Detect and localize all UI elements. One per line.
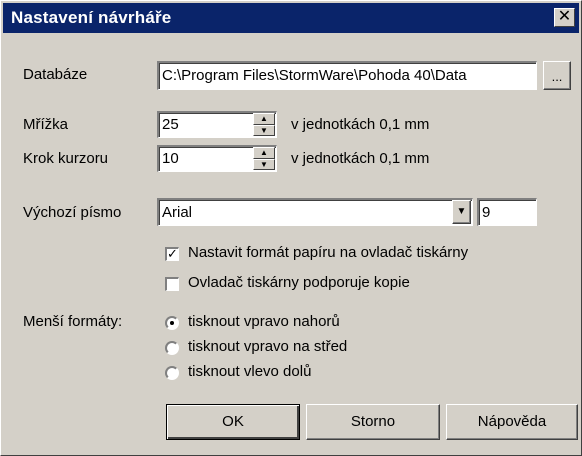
font-size-value: 9 <box>482 204 491 221</box>
radio-top-right-label[interactable]: tisknout vpravo nahorů <box>188 313 340 330</box>
default-font-label: Výchozí písmo <box>23 204 122 221</box>
cancel-button-label: Storno <box>350 413 396 430</box>
font-size-field[interactable]: 9 <box>477 198 537 226</box>
close-icon: ✕ <box>557 8 572 25</box>
default-font-value: Arial <box>162 204 193 221</box>
chevron-down-icon: ▼ <box>456 206 467 217</box>
default-font-select[interactable]: Arial <box>157 198 473 226</box>
browse-button-label: ... <box>551 69 563 84</box>
ok-button-label: OK <box>222 413 244 430</box>
database-label: Databáze <box>23 66 88 83</box>
cursor-step-label: Krok kurzoru <box>23 150 109 167</box>
cursor-step-spin-up[interactable]: ▲ <box>253 147 275 159</box>
grid-value: 25 <box>162 116 179 133</box>
help-button-label: Nápověda <box>477 413 547 430</box>
close-button[interactable]: ✕ <box>554 8 575 27</box>
spin-down-icon: ▼ <box>260 125 268 135</box>
radio-right-center[interactable] <box>165 341 179 355</box>
cursor-step-unit: v jednotkách 0,1 mm <box>291 150 430 167</box>
paper-format-label[interactable]: Nastavit formát papíru na ovladač tiskár… <box>188 244 468 261</box>
grid-spin-down[interactable]: ▼ <box>253 124 275 136</box>
ok-button[interactable]: OK <box>166 404 300 440</box>
title-bar[interactable]: Nastavení návrháře ✕ <box>3 3 579 33</box>
cursor-step-spin-down[interactable]: ▼ <box>253 158 275 170</box>
font-dropdown-button[interactable]: ▼ <box>452 200 471 224</box>
designer-settings-dialog: Nastavení návrháře ✕ Databáze C:\Program… <box>0 0 582 456</box>
spin-up-icon: ▲ <box>260 114 268 123</box>
copies-checkbox[interactable] <box>165 277 179 291</box>
grid-label: Mřížka <box>23 116 68 133</box>
grid-unit: v jednotkách 0,1 mm <box>291 116 430 133</box>
copies-label[interactable]: Ovladač tiskárny podporuje kopie <box>188 274 410 291</box>
browse-button[interactable]: ... <box>543 61 571 90</box>
radio-selected-dot <box>170 321 174 325</box>
database-path-value: C:\Program Files\StormWare\Pohoda 40\Dat… <box>162 67 467 84</box>
grid-spin-up[interactable]: ▲ <box>253 113 275 125</box>
radio-top-right[interactable] <box>165 316 179 330</box>
radio-right-center-label[interactable]: tisknout vpravo na střed <box>188 338 347 355</box>
cursor-step-spin-buttons: ▲ ▼ <box>253 147 275 170</box>
grid-spin-buttons: ▲ ▼ <box>253 113 275 136</box>
help-button[interactable]: Nápověda <box>446 404 578 440</box>
window-title: Nastavení návrháře <box>11 8 172 27</box>
spin-up-icon: ▲ <box>260 148 268 157</box>
paper-format-checkbox[interactable]: ✓ <box>165 247 179 261</box>
smaller-formats-label: Menší formáty: <box>23 313 123 330</box>
database-path-field[interactable]: C:\Program Files\StormWare\Pohoda 40\Dat… <box>157 61 537 90</box>
cancel-button[interactable]: Storno <box>306 404 440 440</box>
radio-bottom-left-label[interactable]: tisknout vlevo dolů <box>188 363 311 380</box>
radio-bottom-left[interactable] <box>165 366 179 380</box>
cursor-step-value: 10 <box>162 150 179 167</box>
spin-down-icon: ▼ <box>260 159 268 169</box>
checkmark-icon: ✓ <box>167 246 178 261</box>
